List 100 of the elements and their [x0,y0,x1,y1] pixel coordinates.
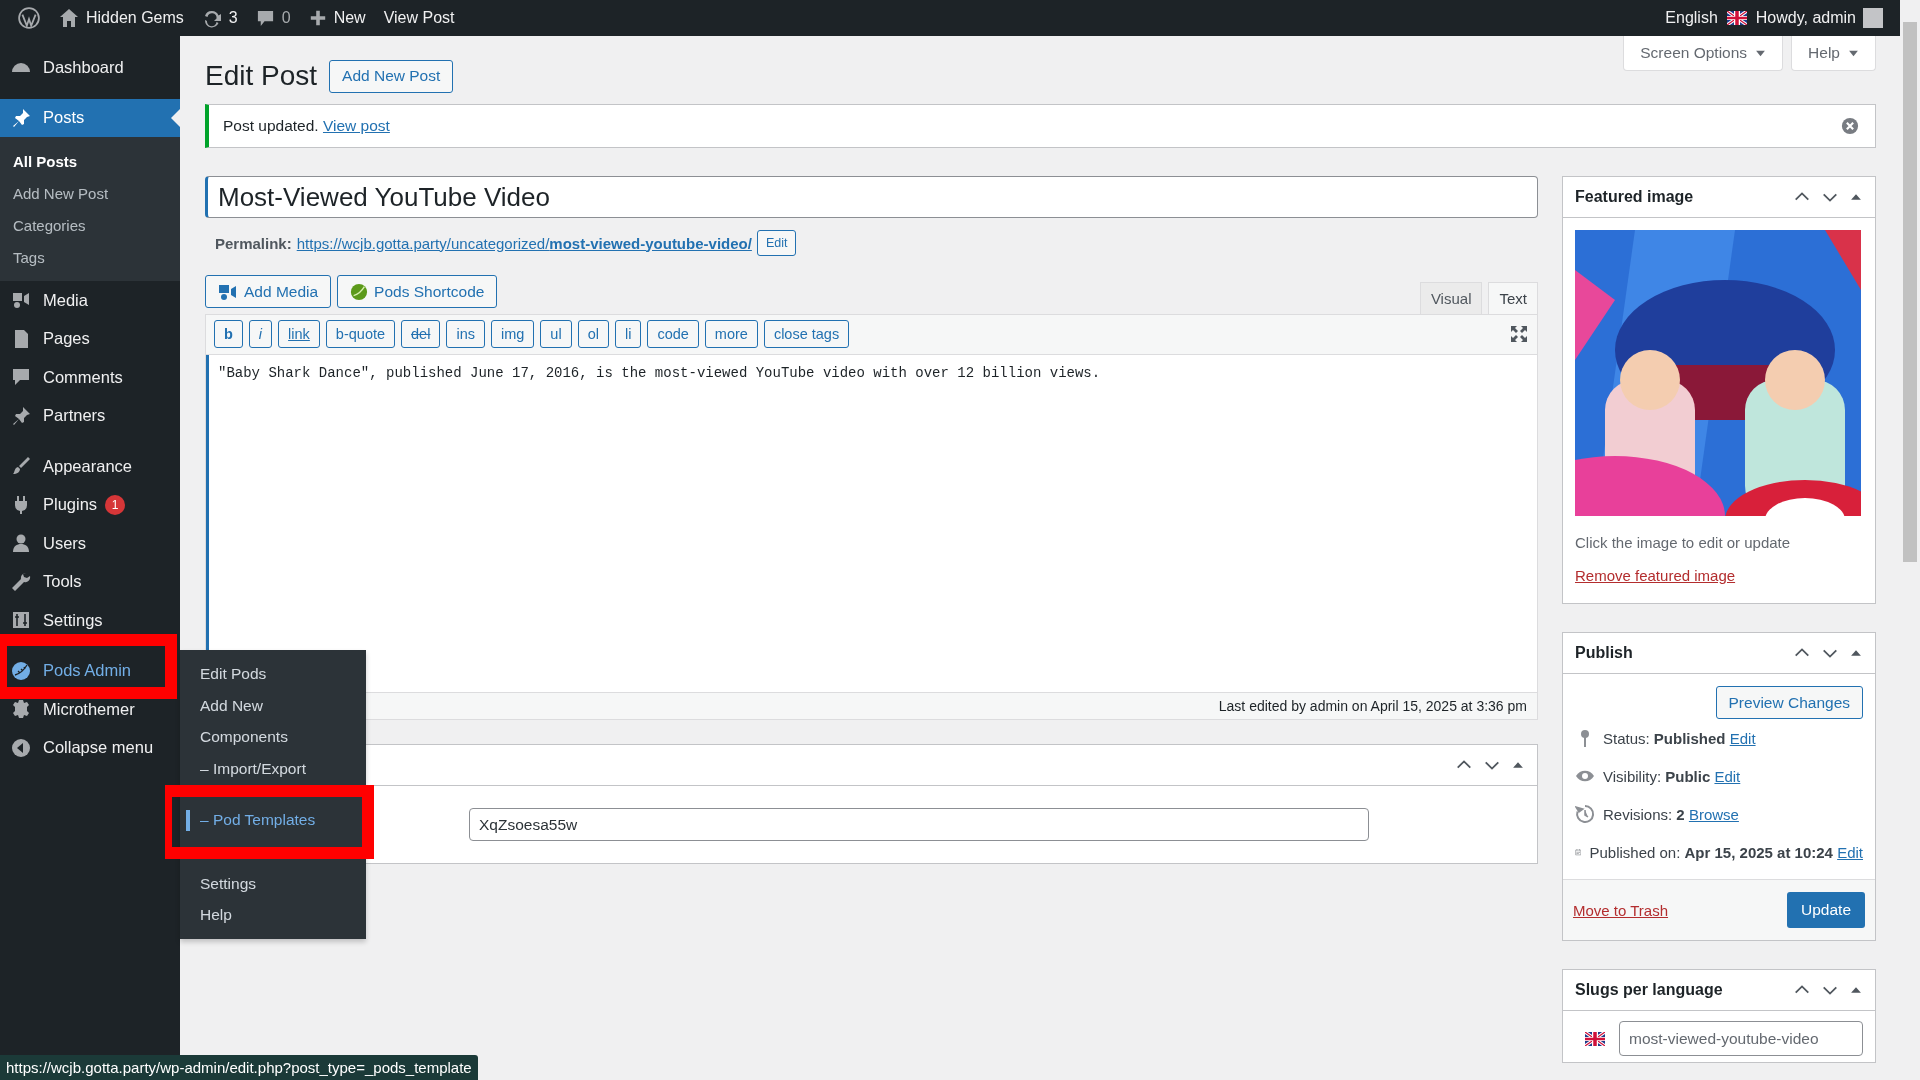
speech-bubble-icon [11,367,31,388]
fullscreen-icon[interactable] [1509,324,1529,344]
person-icon [11,533,31,554]
publish-info-text: Status: Published Edit [1603,729,1756,747]
menu-item[interactable]: Appearance [11,456,132,477]
menu-item[interactable]: Comments [11,367,123,388]
submenu-item[interactable]: Categories [0,209,180,241]
new-link[interactable]: New [299,0,375,36]
media-button[interactable]: Add Media [205,275,332,308]
editor-tab[interactable]: Visual [1419,282,1483,314]
permalink-link[interactable]: https://wcjb.gotta.party/uncategorized/most-viewed-youtube-video/ [296,234,752,252]
permalink-label: Permalink: [215,234,292,252]
menu-item[interactable]: Pages [11,328,90,349]
text-field[interactable]: XqZsoesa55w [469,808,1369,841]
notice-text: Post updated. View post [223,117,390,135]
format-button[interactable]: ins [446,320,485,348]
format-button[interactable]: li [614,320,642,348]
gear-icon [11,699,31,720]
add-new-post-button[interactable]: Add New Post [329,59,454,93]
view-post-link[interactable]: View post [322,117,390,134]
leaf-circle-icon [350,282,369,301]
edit-link[interactable]: Edit [1729,729,1756,747]
leaf-globe-icon [11,660,31,681]
box-title: Publish [1575,644,1633,662]
submenu-item[interactable]: Settings [180,868,366,900]
move-to-trash-link[interactable]: Move to Trash [1573,901,1669,919]
menu-item[interactable]: Plugins 1 [11,494,126,515]
update-button[interactable]: Update [1787,892,1865,928]
remove-image-link[interactable]: Remove featured image [1575,567,1736,584]
format-button[interactable]: b-quote [325,320,396,348]
logo-icon[interactable] [18,7,40,29]
edit-button[interactable]: Edit [756,230,797,256]
submenu-item[interactable]: Add New Post [0,177,180,209]
edit-link[interactable]: Edit [1714,767,1741,785]
menu-item[interactable]: Microthemer [11,699,135,720]
format-button[interactable]: ul [540,320,572,348]
menu-item[interactable]: Pods Admin [11,660,132,681]
wrench-icon [11,571,31,592]
house-icon [59,8,79,28]
submenu-item[interactable]: Help [180,899,366,931]
paintbrush-icon [11,456,31,477]
format-button[interactable]: link [278,320,320,348]
format-button[interactable]: code [647,320,699,348]
speech-bubble-icon [255,8,275,28]
site-link[interactable]: Hidden Gems [50,0,193,36]
link-preview-url: https://wcjb.gotta.party/wp-admin/edit.php?post_type=_pods_template [6,1059,472,1076]
edit-link[interactable]: Edit [1837,843,1863,861]
updates-link[interactable]: 3 [192,0,247,36]
submenu-item[interactable]: Components [180,721,366,753]
slug-field[interactable]: most-viewed-youtube-video [1619,1021,1863,1056]
media-button[interactable]: Pods Shortcode [337,275,498,308]
flag-icon [1726,11,1747,25]
pushpin-icon [11,405,31,426]
box-title: Slugs per language [1575,981,1723,999]
comments-link[interactable]: 0 [246,0,300,36]
plus-icon [308,9,327,27]
format-button[interactable]: close tags [763,320,850,348]
menu-item[interactable]: Tools [11,571,82,592]
toggle-button[interactable]: Help [1791,36,1876,71]
format-button[interactable]: i [248,320,273,348]
menu-item[interactable]: Partners [11,405,106,426]
publish-info-text: Visibility: Public Edit [1603,767,1741,785]
toggle-button[interactable]: Screen Options [1623,36,1784,71]
count-badge: 1 [105,494,126,515]
last-edited-text: Last edited by admin on April 15, 2025 at 3:36 pm [1218,698,1527,714]
pushpin-icon [11,107,31,128]
sliders-icon [11,610,31,631]
format-button[interactable]: img [490,320,535,348]
format-button[interactable]: more [704,320,758,348]
publish-info-text: Published on: Apr 15, 2025 at 10:24 Edit [1589,843,1863,861]
edit-link[interactable]: Browse [1688,805,1739,823]
submenu-item[interactable]: All Posts [0,145,180,177]
avatar-icon [1863,8,1883,28]
submenu-item[interactable]: – Pod Templates [180,804,366,836]
publish-info-text: Revisions: 2 Browse [1603,805,1739,823]
menu-item[interactable]: Dashboard [11,57,124,78]
preview-changes-button[interactable]: Preview Changes [1715,686,1863,719]
menu-item[interactable]: Posts [0,98,180,137]
selection-bar [186,809,190,831]
language-link[interactable]: English [1656,0,1727,36]
hint-text: Click the image to edit or update [1575,534,1792,551]
scrollbar-thumb[interactable] [1903,22,1917,562]
editor-tab[interactable]: Text [1488,282,1538,314]
close-icon[interactable] [1841,117,1859,135]
submenu-item[interactable]: Add New [180,690,366,722]
menu-item[interactable]: Users [11,533,87,554]
menu-item[interactable]: Settings [11,610,103,631]
format-button[interactable]: del [401,320,441,348]
collapse-icon [11,737,31,758]
title-field[interactable]: Most-Viewed YouTube Video [205,176,1538,218]
page-title: Edit Post [205,59,318,93]
view-post-link[interactable]: View Post [374,0,464,36]
format-button[interactable]: ol [577,320,609,348]
menu-item[interactable]: Collapse menu [11,737,154,758]
format-button[interactable]: b [214,320,243,348]
menu-item[interactable]: Media [11,290,88,311]
submenu-item[interactable]: Tags [0,241,180,273]
account-link[interactable]: Howdy, admin [1746,0,1892,36]
history-icon [1575,804,1595,824]
submenu-item[interactable]: – Import/Export [180,753,366,785]
